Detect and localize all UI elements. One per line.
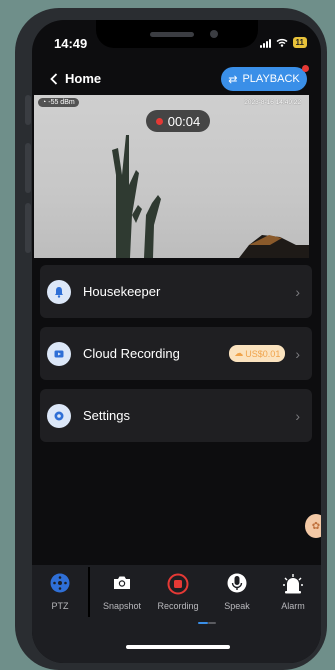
price-value: US$0.01 xyxy=(245,348,281,359)
tab-label-ptz: PTZ xyxy=(51,601,69,611)
wifi-signal-icon: ◔ xyxy=(42,99,47,106)
playback-label: PLAYBACK xyxy=(242,73,300,85)
signal-strength-badge: ◔ -55 dBm xyxy=(38,98,79,107)
notch xyxy=(96,20,258,48)
volume-down-button xyxy=(25,203,31,253)
video-timestamp: 2023-8-16 14:49:22 xyxy=(244,99,301,106)
menu-label-cloud-recording: Cloud Recording xyxy=(83,346,180,361)
recording-dot-icon xyxy=(155,117,163,125)
chevron-right-icon: › xyxy=(295,345,300,362)
top-nav: Home ⇄ PLAYBACK xyxy=(32,65,321,93)
notification-dot xyxy=(302,65,309,72)
chevron-right-icon: › xyxy=(295,407,300,424)
menu-item-housekeeper[interactable]: Housekeeper › xyxy=(40,265,312,318)
camera-icon xyxy=(114,576,130,589)
cloud-icon: ☁ xyxy=(234,348,244,358)
mute-switch xyxy=(25,95,31,125)
record-stop-icon xyxy=(167,573,189,595)
price-badge: ☁ US$0.01 xyxy=(229,345,286,362)
tab-label-snapshot: Snapshot xyxy=(102,601,142,611)
cloud-video-icon xyxy=(47,341,71,366)
joystick-icon xyxy=(50,573,70,593)
recording-timer: 00:04 xyxy=(146,110,210,132)
control-tab-bar: PTZ Snapshot Recording Speak Alarm xyxy=(32,565,321,663)
bell-icon xyxy=(47,279,71,304)
menu-item-cloud-recording[interactable]: Cloud Recording ☁ US$0.01 › xyxy=(40,327,312,380)
tab-divider xyxy=(88,567,90,617)
menu-label-settings: Settings xyxy=(83,408,130,423)
swap-arrows-icon: ⇄ xyxy=(228,73,238,86)
back-button[interactable]: Home xyxy=(50,71,101,86)
menu-label-housekeeper: Housekeeper xyxy=(83,284,161,299)
tab-alarm[interactable]: Alarm xyxy=(265,573,321,611)
signal-value: -55 dBm xyxy=(48,99,75,106)
tab-recording[interactable]: Recording xyxy=(150,573,206,611)
siren-icon xyxy=(283,574,303,594)
tab-snapshot[interactable]: Snapshot xyxy=(94,573,150,611)
page-indicator xyxy=(198,622,216,624)
cellular-signal-icon xyxy=(259,38,271,48)
chevron-right-icon: › xyxy=(295,283,300,300)
status-icons: 11 xyxy=(259,37,307,48)
playback-button[interactable]: ⇄ PLAYBACK xyxy=(221,65,309,91)
assistant-icon: ✿ xyxy=(311,520,321,532)
floating-assistant-button[interactable]: ✿ xyxy=(305,514,321,538)
back-label: Home xyxy=(65,71,102,86)
microphone-icon xyxy=(227,573,247,593)
tab-ptz[interactable]: PTZ xyxy=(32,573,88,611)
chevron-left-icon xyxy=(50,72,58,85)
tab-label-recording: Recording xyxy=(157,601,199,611)
status-time: 14:49 xyxy=(54,36,88,51)
live-video[interactable]: ◔ -55 dBm 2023-8-16 14:49:22 00:04 xyxy=(34,95,309,258)
home-indicator xyxy=(126,645,230,649)
settings-gear-icon xyxy=(47,403,71,428)
menu-item-settings[interactable]: Settings › xyxy=(40,389,312,442)
tab-label-speak: Speak xyxy=(224,601,250,611)
battery-indicator: 11 xyxy=(292,37,307,48)
app-screen: 14:49 11 Home ⇄ PLAYBACK ◔ -55 dBm 2023-… xyxy=(32,20,321,663)
recording-time: 00:04 xyxy=(167,113,201,129)
wifi-icon xyxy=(276,38,288,47)
tab-label-alarm: Alarm xyxy=(281,601,305,611)
volume-up-button xyxy=(25,143,31,193)
tab-speak[interactable]: Speak xyxy=(209,573,265,611)
